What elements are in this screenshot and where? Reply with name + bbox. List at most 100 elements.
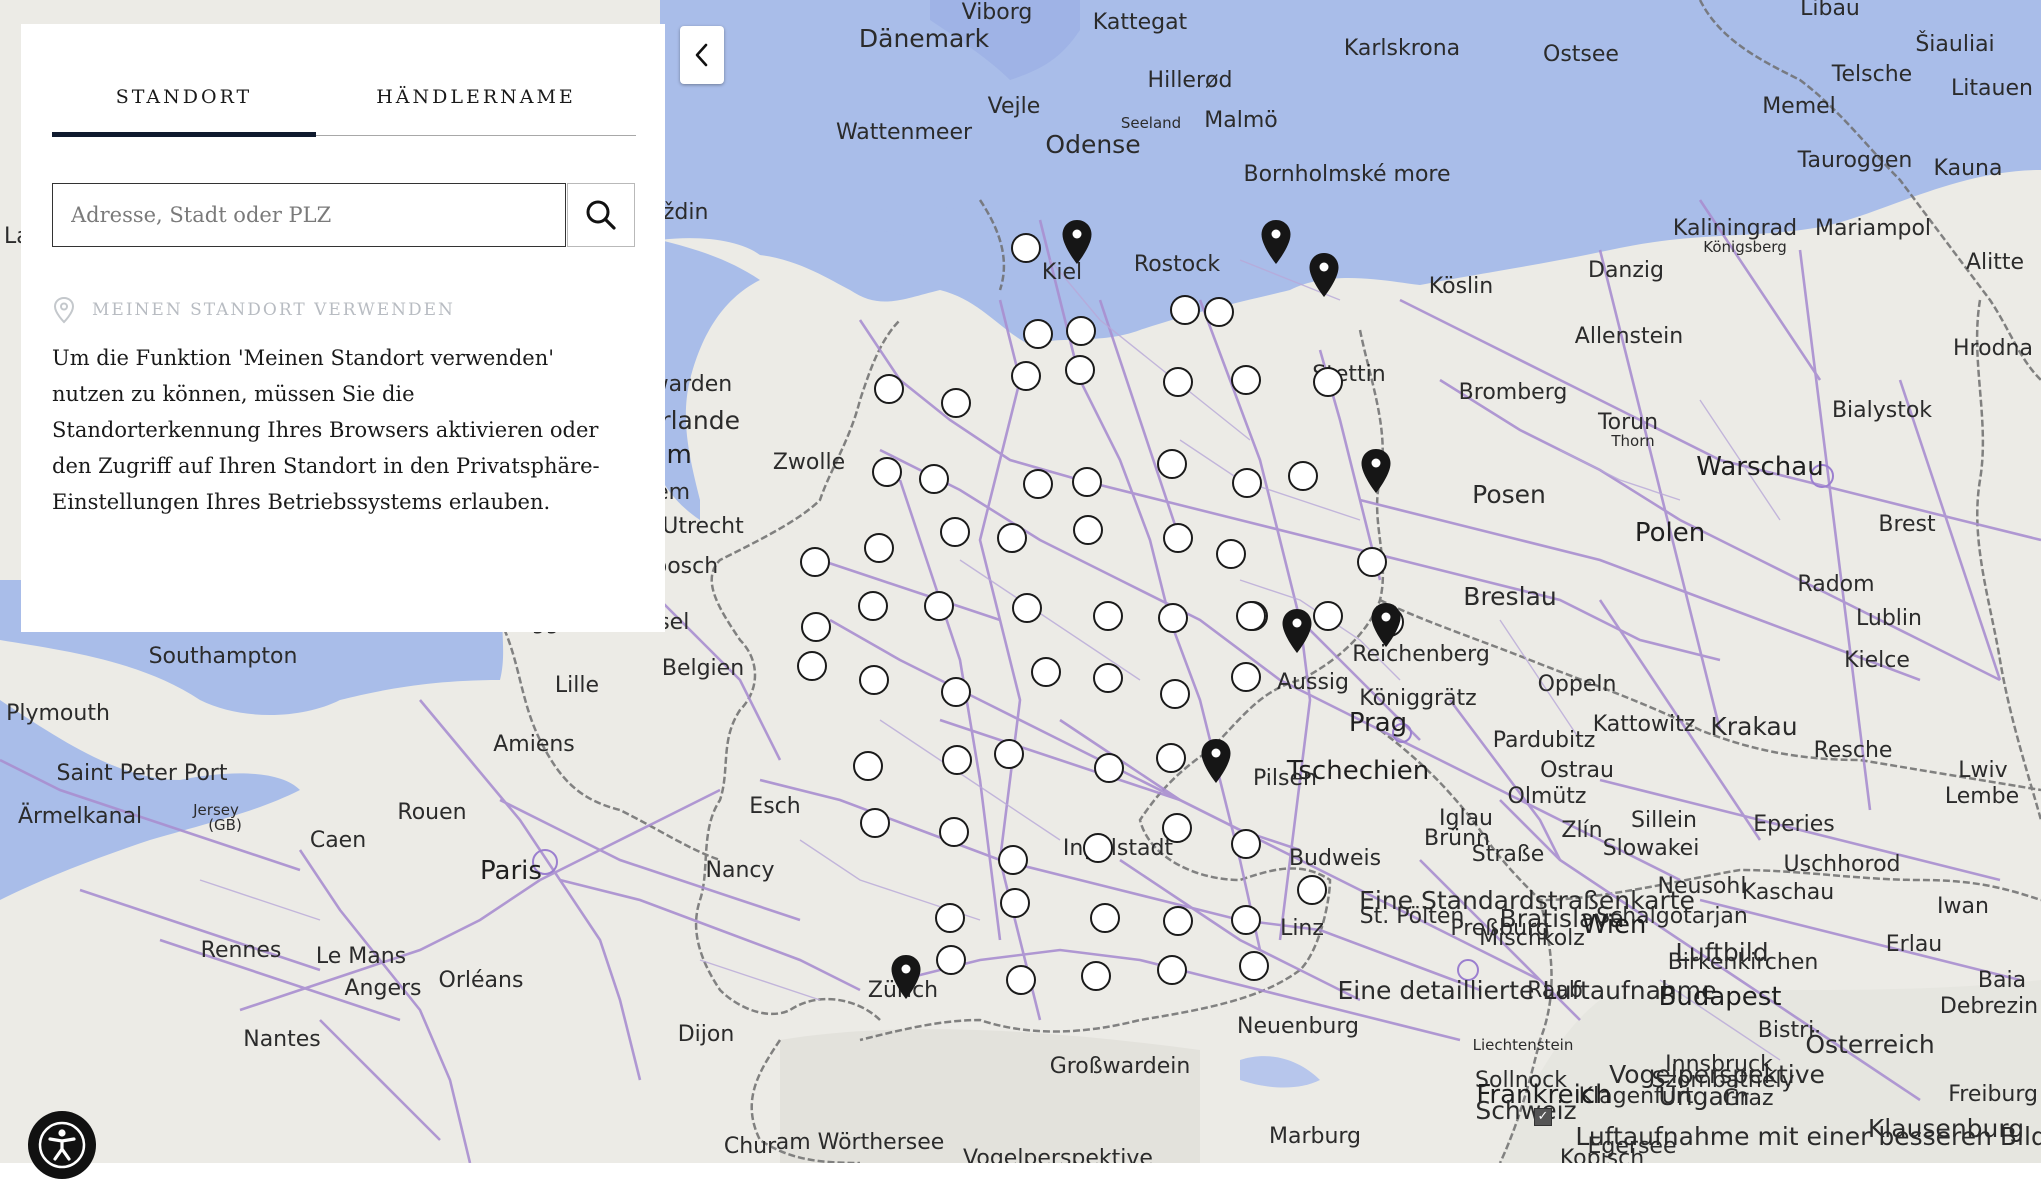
map-label: Schweiz: [1475, 1096, 1577, 1125]
dealer-marker[interactable]: [1012, 593, 1042, 623]
map-label: Liechtenstein: [1472, 1036, 1574, 1054]
dealer-marker[interactable]: [941, 388, 971, 418]
dealer-marker[interactable]: [997, 523, 1027, 553]
dealer-marker[interactable]: [1011, 361, 1041, 391]
dealer-marker[interactable]: [872, 457, 902, 487]
map-label: Debrezin: [1939, 994, 2039, 1019]
dealer-marker[interactable]: [1236, 601, 1266, 631]
dealer-marker[interactable]: [1313, 601, 1343, 631]
dealer-marker[interactable]: [1231, 905, 1261, 935]
dealer-marker[interactable]: [1065, 355, 1095, 385]
dealer-marker[interactable]: [859, 665, 889, 695]
map-label: Seeland: [1120, 114, 1182, 132]
tab-dealer-name[interactable]: HÄNDLERNAME: [344, 86, 608, 108]
accessibility-button[interactable]: [28, 1111, 96, 1179]
dealer-marker[interactable]: [1231, 662, 1261, 692]
dealer-marker[interactable]: [853, 751, 883, 781]
dealer-marker[interactable]: [936, 945, 966, 975]
dealer-marker[interactable]: [1160, 679, 1190, 709]
dealer-marker[interactable]: [1157, 955, 1187, 985]
map-label: Straße: [1471, 842, 1545, 867]
map-label: Lublin: [1856, 606, 1922, 631]
dealer-marker[interactable]: [940, 517, 970, 547]
collapse-panel-button[interactable]: [680, 26, 724, 84]
dealer-marker[interactable]: [1093, 601, 1123, 631]
dealer-marker[interactable]: [1239, 951, 1269, 981]
dealer-marker[interactable]: [919, 464, 949, 494]
dealer-marker[interactable]: [1083, 833, 1113, 863]
dealer-pin-icon[interactable]: [1200, 738, 1232, 784]
dealer-marker[interactable]: [1297, 875, 1327, 905]
map-label: Mariampol: [1814, 216, 1932, 241]
dealer-marker[interactable]: [1163, 906, 1193, 936]
map-label: Wattenmeer: [835, 120, 973, 145]
dealer-pin-icon[interactable]: [890, 954, 922, 1000]
dealer-marker[interactable]: [1094, 753, 1124, 783]
search-icon: [586, 200, 616, 230]
dealer-pin-icon[interactable]: [1281, 608, 1313, 654]
dealer-marker[interactable]: [1231, 365, 1261, 395]
dealer-marker[interactable]: [1073, 515, 1103, 545]
dealer-marker[interactable]: [1163, 367, 1193, 397]
dealer-marker[interactable]: [941, 677, 971, 707]
dealer-marker[interactable]: [1072, 467, 1102, 497]
map-label: Österreich: [1805, 1030, 1935, 1059]
dealer-marker[interactable]: [864, 533, 894, 563]
dealer-marker[interactable]: [1023, 319, 1053, 349]
dealer-pin-icon[interactable]: [1360, 448, 1392, 494]
dealer-marker[interactable]: [801, 612, 831, 642]
dealer-marker[interactable]: [1170, 295, 1200, 325]
dealer-marker[interactable]: [858, 591, 888, 621]
dealer-marker[interactable]: [1000, 888, 1030, 918]
map-label: Danzig: [1588, 258, 1664, 283]
dealer-marker[interactable]: [800, 547, 830, 577]
dealer-pin-icon[interactable]: [1308, 252, 1340, 298]
location-permission-message: Um die Funktion 'Meinen Standort verwend…: [52, 346, 600, 514]
map-label: Rostock: [1133, 252, 1221, 277]
dealer-marker[interactable]: [797, 651, 827, 681]
map-label: Olmütz: [1507, 784, 1587, 809]
dealer-marker[interactable]: [874, 374, 904, 404]
map-label: Lwiv: [1958, 758, 2008, 783]
tab-location[interactable]: STANDORT: [52, 86, 316, 108]
dealer-marker[interactable]: [1031, 657, 1061, 687]
dealer-marker[interactable]: [935, 903, 965, 933]
dealer-marker[interactable]: [998, 845, 1028, 875]
dealer-marker[interactable]: [942, 745, 972, 775]
dealer-marker[interactable]: [1066, 316, 1096, 346]
dealer-marker[interactable]: [1204, 297, 1234, 327]
dealer-marker[interactable]: [1313, 367, 1343, 397]
dealer-marker[interactable]: [1162, 813, 1192, 843]
dealer-marker[interactable]: [1023, 469, 1053, 499]
search-button[interactable]: [567, 183, 635, 247]
dealer-marker[interactable]: [1093, 663, 1123, 693]
dealer-marker[interactable]: [1156, 743, 1186, 773]
labels-checkbox[interactable]: ✓: [1534, 1108, 1552, 1126]
dealer-pin-icon[interactable]: [1260, 219, 1292, 265]
dealer-marker[interactable]: [1232, 468, 1262, 498]
map-label: Raab: [1527, 978, 1583, 1003]
dealer-pin-icon[interactable]: [1370, 602, 1402, 648]
dealer-marker[interactable]: [1357, 547, 1387, 577]
dealer-marker[interactable]: [1011, 233, 1041, 263]
address-search-input[interactable]: [52, 183, 566, 247]
dealer-marker[interactable]: [860, 808, 890, 838]
dealer-marker[interactable]: [994, 739, 1024, 769]
dealer-marker[interactable]: [1158, 603, 1188, 633]
dealer-marker[interactable]: [939, 817, 969, 847]
dealer-marker[interactable]: [1006, 965, 1036, 995]
dealer-marker[interactable]: [1288, 461, 1318, 491]
map-label: Dijon: [677, 1022, 735, 1047]
use-my-location-button[interactable]: MEINEN STANDORT VERWENDEN: [52, 296, 455, 324]
dealer-pin-icon[interactable]: [1061, 219, 1093, 265]
dealer-marker[interactable]: [1216, 539, 1246, 569]
chevron-left-icon: [695, 43, 708, 67]
dealer-marker[interactable]: [1090, 903, 1120, 933]
dealer-marker[interactable]: [1231, 829, 1261, 859]
map-label: Marburg: [1268, 1124, 1362, 1149]
map-label: Esch: [749, 794, 801, 819]
dealer-marker[interactable]: [1157, 449, 1187, 479]
dealer-marker[interactable]: [1163, 523, 1193, 553]
dealer-marker[interactable]: [1081, 961, 1111, 991]
dealer-marker[interactable]: [924, 591, 954, 621]
